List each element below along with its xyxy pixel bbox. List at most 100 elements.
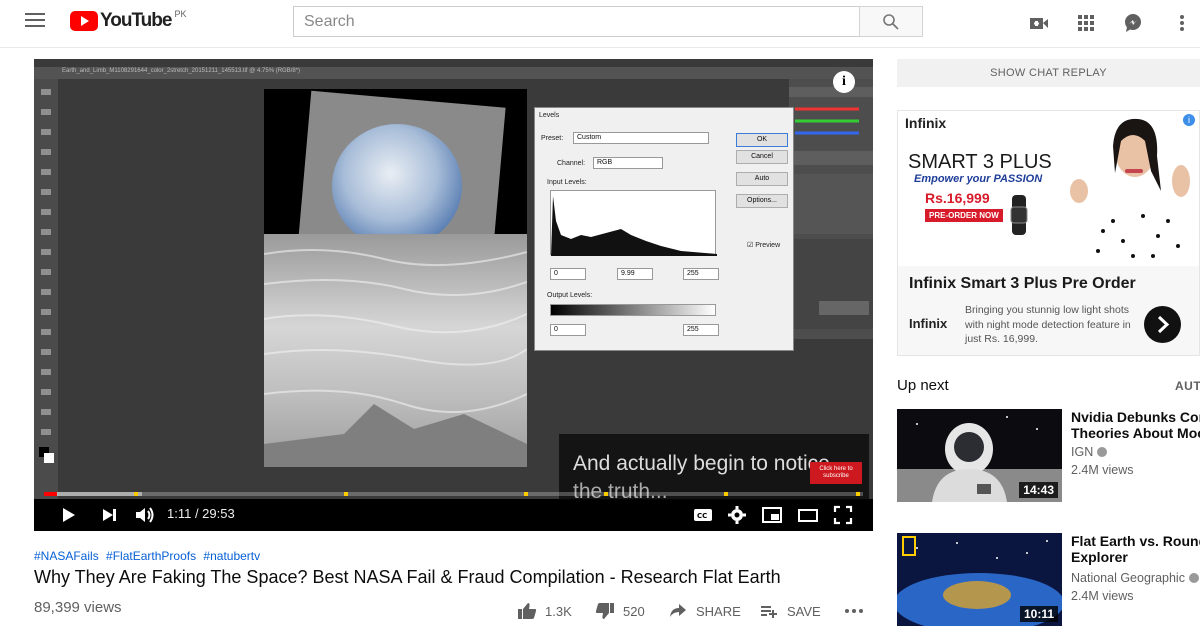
ad-details[interactable]: Infinix Smart 3 Plus Pre Order Infinix B…	[898, 266, 1199, 355]
apps-grid-icon[interactable]	[1075, 12, 1097, 34]
masthead: YouTube PK Search	[0, 0, 1200, 48]
hashtags: #NASAFails #FlatEarthProofs #natubertv	[34, 549, 264, 563]
hashtag-link[interactable]: #natubertv	[203, 549, 260, 563]
hashtag-link[interactable]: #FlatEarthProofs	[106, 549, 196, 563]
youtube-play-icon	[70, 11, 98, 31]
video-views: 2.4M views	[1071, 463, 1134, 477]
ad-description: Bringing you stunnig low light shots wit…	[965, 304, 1131, 345]
video-views: 2.4M views	[1071, 589, 1134, 603]
like-count: 1.3K	[545, 603, 572, 619]
chapter-marker	[856, 492, 860, 496]
captions-icon[interactable]: CC	[692, 505, 714, 525]
more-actions-button[interactable]	[844, 601, 864, 621]
autoplay-label: AUT	[1175, 379, 1200, 393]
ad-brand: Infinix	[905, 115, 947, 131]
auto-button[interactable]: Auto	[736, 172, 788, 186]
video-player[interactable]: Earth_and_Limb_M1108291644_color_2stretc…	[34, 59, 873, 531]
next-icon[interactable]	[101, 505, 119, 525]
save-button[interactable]: SAVE	[760, 601, 821, 621]
preview-checkbox[interactable]: ☑ Preview	[747, 241, 780, 249]
create-video-icon[interactable]	[1028, 12, 1050, 34]
video-title[interactable]: Nvidia Debunks Cons Theories About Moon	[1071, 409, 1200, 441]
preset-label: Preset:	[541, 135, 564, 142]
output-black-value[interactable]: 0	[550, 324, 586, 336]
more-options-icon[interactable]	[1171, 12, 1193, 34]
settings-icon[interactable]	[727, 505, 747, 525]
volume-icon[interactable]	[134, 505, 156, 525]
ad-model-image	[1070, 118, 1193, 266]
save-label: SAVE	[787, 603, 821, 619]
ad-headline: SMART 3 PLUS	[908, 151, 1052, 173]
messages-icon[interactable]	[1122, 12, 1144, 34]
channel-name[interactable]: National Geographic	[1071, 571, 1199, 585]
play-icon[interactable]	[61, 505, 77, 525]
subscribe-watermark[interactable]: Click here to subscribe	[810, 462, 862, 484]
levels-dialog: Levels Preset: Custom Channel: RGB Input…	[534, 107, 794, 351]
up-next-heading: Up next	[897, 377, 949, 394]
verified-icon	[1097, 447, 1108, 457]
levels-dialog-title: Levels	[539, 112, 560, 119]
photoshop-toolbar	[34, 79, 58, 499]
input-white-value[interactable]: 255	[683, 268, 719, 280]
video-title: Why They Are Faking The Space? Best NASA…	[34, 567, 781, 587]
progress-bar[interactable]	[44, 492, 863, 496]
ok-button[interactable]: OK	[736, 133, 788, 147]
input-midtone-value[interactable]: 9.99	[617, 268, 653, 280]
video-duration: 14:43	[1019, 482, 1058, 498]
hashtag-link[interactable]: #NASAFails	[34, 549, 99, 563]
miniplayer-icon[interactable]	[761, 505, 783, 525]
more-horizontal-icon	[845, 609, 863, 613]
lunar-surface-image	[263, 234, 528, 467]
video-title-line: Nvidia Debunks Cons	[1071, 409, 1200, 425]
theater-mode-icon[interactable]	[797, 505, 819, 525]
ad-open-button[interactable]	[1144, 306, 1181, 343]
chapter-marker	[604, 492, 608, 496]
thumbs-down-icon	[595, 603, 614, 619]
channel-name-text: National Geographic	[1071, 571, 1185, 585]
logo-text: YouTube	[100, 10, 172, 31]
output-gradient	[550, 304, 716, 316]
time-display: 1:11 / 29:53	[167, 506, 235, 521]
preset-select[interactable]: Custom	[573, 132, 709, 144]
ad-banner[interactable]: Infinix SMART 3 PLUS Empower your PASSIO…	[898, 111, 1199, 266]
share-button[interactable]: SHARE	[669, 601, 741, 621]
output-white-value[interactable]: 255	[683, 324, 719, 336]
thumbs-up-icon	[518, 603, 537, 619]
dislike-button[interactable]: 520	[595, 601, 645, 621]
share-icon	[670, 604, 686, 617]
search-input[interactable]: Search	[293, 6, 860, 37]
video-title[interactable]: Flat Earth vs. Round E Explorer	[1071, 533, 1200, 565]
earth-image	[332, 124, 462, 248]
cancel-button[interactable]: Cancel	[736, 150, 788, 164]
view-count: 89,399 views	[34, 599, 122, 616]
ad-info-icon[interactable]: i	[1183, 114, 1195, 126]
video-thumbnail[interactable]: 14:43	[897, 409, 1062, 502]
player-controls: 1:11 / 29:53 CC	[34, 499, 873, 531]
sidebar-ad[interactable]: Infinix SMART 3 PLUS Empower your PASSIO…	[897, 110, 1200, 356]
video-duration: 10:11	[1019, 606, 1058, 622]
video-thumbnail[interactable]: 10:11	[897, 533, 1062, 626]
input-black-value[interactable]: 0	[550, 268, 586, 280]
options-button[interactable]: Options...	[736, 194, 788, 208]
menu-icon[interactable]	[25, 13, 45, 31]
chapter-marker	[344, 492, 348, 496]
progress-played	[44, 492, 58, 496]
video-title-line: Explorer	[1071, 549, 1128, 565]
youtube-logo[interactable]: YouTube PK	[70, 9, 186, 31]
info-icon[interactable]: i	[833, 71, 855, 93]
fullscreen-icon[interactable]	[833, 505, 853, 525]
ad-tagline: Empower your PASSION	[914, 173, 1043, 185]
input-levels-label: Input Levels:	[547, 179, 587, 186]
show-chat-replay-button[interactable]: SHOW CHAT REPLAY	[897, 59, 1200, 87]
verified-icon	[1188, 573, 1199, 583]
like-button[interactable]: 1.3K	[517, 601, 572, 621]
video-title-line: Theories About Moon	[1071, 425, 1200, 441]
ad-advertiser-logo: Infinix	[909, 316, 948, 331]
ad-title[interactable]: Infinix Smart 3 Plus Pre Order	[909, 275, 1136, 293]
channel-select[interactable]: RGB	[593, 157, 663, 169]
related-video[interactable]: 14:43 Nvidia Debunks Cons Theories About…	[897, 409, 1200, 502]
related-video[interactable]: 10:11 Flat Earth vs. Round E Explorer Na…	[897, 533, 1200, 626]
search-button[interactable]	[859, 6, 923, 37]
channel-name[interactable]: IGN	[1071, 445, 1108, 459]
channel-label: Channel:	[557, 160, 586, 167]
